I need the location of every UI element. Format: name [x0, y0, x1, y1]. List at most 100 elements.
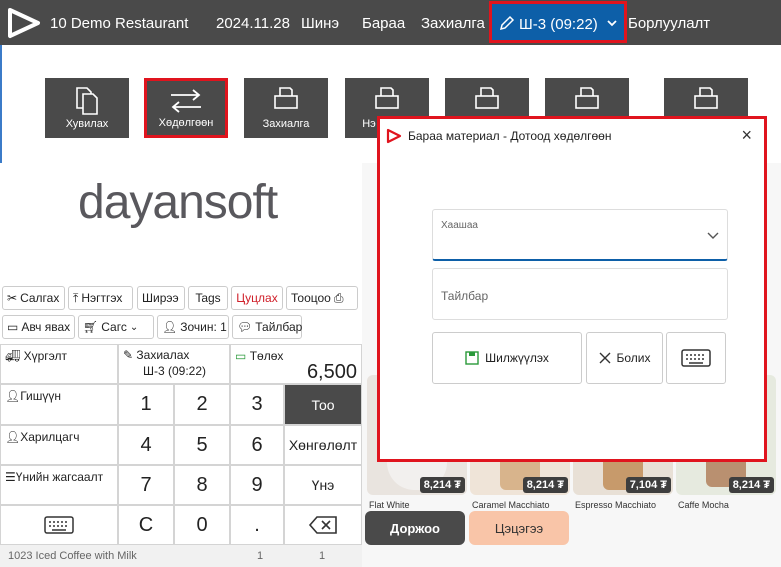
key-5[interactable]: 5 — [174, 425, 230, 465]
printer-icon — [274, 87, 298, 109]
discount-button[interactable]: Хөнгөлөлт — [284, 425, 362, 465]
person-icon: 👤︎ — [162, 320, 178, 334]
split-button[interactable]: ✂ Салгах — [2, 286, 65, 310]
guest-count-button[interactable]: 👤︎ Зочин: 1 — [157, 315, 229, 339]
price-button[interactable]: Үнэ — [284, 465, 362, 505]
member-label: 👤︎Гишүүн — [5, 389, 62, 403]
note-button[interactable]: 💬︎ Тайлбар — [232, 315, 302, 339]
product-price: 7,104 ₮ — [625, 477, 671, 493]
bill-button[interactable]: Тооцоо ⎙ — [286, 286, 358, 310]
keyboard-button[interactable] — [0, 505, 118, 545]
key-9[interactable]: 9 — [230, 465, 284, 505]
menu-new[interactable]: Шинэ — [301, 15, 339, 32]
key-1[interactable]: 1 — [118, 384, 174, 425]
key-6[interactable]: 6 — [230, 425, 284, 465]
clear-button[interactable]: Цэцэгээ — [469, 511, 569, 545]
bill-label: Тооцоо — [291, 291, 331, 305]
top-bar: 10 Demo Restaurant 2024.11.28 Шинэ Бараа… — [0, 0, 781, 45]
app-logo-icon — [8, 8, 40, 38]
tags-label: Tags — [195, 291, 221, 305]
delivery-cell[interactable]: 🚚︎ Хүргэлт — [0, 344, 118, 384]
brand-area: dayansoft — [0, 163, 362, 283]
payment-cell[interactable]: ▭ Төлөх 6,500 — [230, 344, 362, 384]
cart-icon: 🛒︎ — [83, 320, 99, 334]
guest-count-label: Зочин: 1 — [180, 320, 227, 334]
destination-label: Хаашаа — [441, 220, 478, 231]
transfer-button[interactable]: Шилжүүлэх — [432, 332, 582, 384]
printer-icon — [375, 87, 399, 109]
transfer-dialog: Бараа материал - Дотоод хөдөлгөөн × Хааш… — [377, 116, 767, 462]
price-list-label: ☰Үнийн жагсаалт — [5, 470, 104, 484]
key-2[interactable]: 2 — [174, 384, 230, 425]
takeaway-button[interactable]: ▭ Авч явах — [2, 315, 75, 339]
key-8[interactable]: 8 — [174, 465, 230, 505]
note-label: Тайлбар — [255, 320, 303, 334]
order-line-count: 1 — [319, 550, 326, 562]
key-4[interactable]: 4 — [118, 425, 174, 465]
backspace-button[interactable] — [284, 505, 362, 545]
customer-label: 👤︎Харилцагч — [5, 430, 80, 444]
close-icon — [599, 352, 610, 364]
product-price: 8,214 ₮ — [728, 477, 774, 493]
move-button-highlight — [144, 78, 228, 138]
order-line[interactable]: 1023 Iced Coffee with Milk 1 1 — [0, 545, 362, 567]
table-button[interactable]: Ширээ — [137, 286, 185, 310]
cancel-order-label: Цуцлах — [236, 291, 278, 305]
date-label: 2024.11.28 — [216, 15, 290, 32]
note-icon: 💬︎ — [237, 320, 253, 334]
order-line-qty: 1 — [257, 550, 264, 562]
payment-label: ▭ Төлөх — [235, 349, 283, 363]
description-field[interactable]: Тайлбар — [432, 268, 728, 320]
key-0[interactable]: 0 — [174, 505, 230, 545]
merge-button[interactable]: ⤒ Нэгтгэх — [68, 286, 133, 310]
brand-wordmark: dayansoft — [78, 176, 278, 229]
member-text: Гишүүн — [20, 389, 62, 403]
menu-products[interactable]: Бараа — [362, 15, 405, 32]
delivery-text: Хүргэлт — [23, 349, 67, 363]
description-placeholder: Тайлбар — [441, 289, 489, 303]
takeaway-label: Авч явах — [21, 320, 71, 334]
cancel-button[interactable]: Болих — [586, 332, 663, 384]
keyboard-button[interactable] — [666, 332, 726, 384]
order-tab-label: Ш-3 (09:22) — [519, 16, 598, 33]
order-info-cell[interactable]: ✎ Захиалах Ш-3 (09:22) — [118, 344, 230, 384]
customer-text: Харилцагч — [20, 430, 80, 444]
table-label: Ширээ — [142, 291, 179, 305]
member-cell[interactable]: 👤︎Гишүүн — [0, 384, 118, 425]
key-clear[interactable]: C — [118, 505, 174, 545]
menu-orders[interactable]: Захиалга — [421, 15, 485, 32]
payment-icon: ▭ — [235, 349, 247, 363]
customer-cell[interactable]: 👤︎Харилцагч — [0, 425, 118, 465]
cart-label: Сагс — [101, 320, 127, 334]
product-name: Espresso Macchiato — [575, 500, 657, 510]
menu-sales[interactable]: Борлуулалт — [628, 15, 710, 32]
product-price: 8,214 ₮ — [419, 477, 465, 493]
app-logo-icon — [386, 128, 402, 144]
copy-label: Хувилах — [65, 118, 109, 130]
destination-select[interactable]: Хаашаа — [432, 209, 728, 261]
cart-button[interactable]: 🛒︎ Сагс ⌄ — [78, 315, 154, 339]
close-icon[interactable]: × — [741, 125, 752, 146]
key-7[interactable]: 7 — [118, 465, 174, 505]
key-3[interactable]: 3 — [230, 384, 284, 425]
total-amount: 6,500 — [306, 361, 357, 383]
key-decimal[interactable]: . — [230, 505, 284, 545]
delivery-label: 🚚︎ Хүргэлт — [5, 349, 67, 363]
dialog-title: Бараа материал - Дотоод хөдөлгөөн — [408, 129, 612, 143]
scissors-icon: ✂ — [7, 291, 18, 305]
takeaway-icon: ▭ — [7, 320, 19, 334]
price-list-cell[interactable]: ☰Үнийн жагсаалт — [0, 465, 118, 505]
cancel-order-button[interactable]: Цуцлах — [231, 286, 283, 310]
quantity-button[interactable]: Тоо — [284, 384, 362, 425]
restaurant-name: 10 Demo Restaurant — [50, 15, 189, 32]
pencil-icon — [499, 15, 515, 31]
backspace-icon — [308, 516, 337, 534]
chevron-down-icon — [707, 232, 719, 239]
tags-button[interactable]: Tags — [188, 286, 228, 310]
printer-icon — [575, 87, 599, 109]
printer-icon: ⎙ — [333, 290, 344, 305]
order-tab[interactable]: Ш-3 (09:22) — [489, 1, 627, 43]
product-name: Caramel Macchiato — [472, 500, 550, 510]
copy-button[interactable]: Хувилах — [45, 78, 129, 138]
doorzoo-button[interactable]: Доржоо — [365, 511, 465, 545]
